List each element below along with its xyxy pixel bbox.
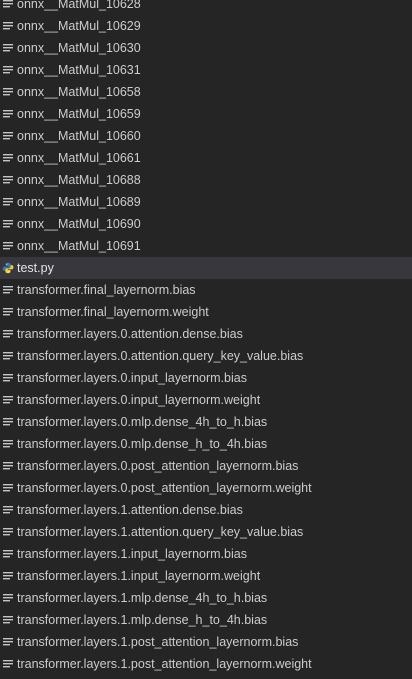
file-name: transformer.layers.0.input_layernorm.bia…: [17, 371, 247, 385]
file-row[interactable]: transformer.layers.1.attention.dense.bia…: [0, 499, 412, 521]
file-name: test.py: [17, 261, 54, 275]
file-row[interactable]: onnx__MatMul_10628: [0, 0, 412, 15]
generic-file-icon: [2, 306, 14, 318]
file-name: onnx__MatMul_10688: [17, 173, 141, 187]
generic-file-icon: [2, 20, 14, 32]
file-row[interactable]: test.py: [0, 257, 412, 279]
file-row[interactable]: transformer.layers.1.post_attention_laye…: [0, 631, 412, 653]
generic-file-icon: [2, 482, 14, 494]
file-name: onnx__MatMul_10628: [17, 0, 141, 11]
file-row[interactable]: onnx__MatMul_10660: [0, 125, 412, 147]
file-name: onnx__MatMul_10630: [17, 41, 141, 55]
file-name: transformer.layers.1.input_layernorm.bia…: [17, 547, 247, 561]
generic-file-icon: [2, 504, 14, 516]
generic-file-icon: [2, 526, 14, 538]
generic-file-icon: [2, 394, 14, 406]
file-row[interactable]: transformer.layers.0.mlp.dense_4h_to_h.b…: [0, 411, 412, 433]
file-explorer: onnx__MatMul_10628 onnx__MatMul_10629onnx…: [0, 0, 412, 679]
file-name: onnx__MatMul_10658: [17, 85, 141, 99]
file-row[interactable]: transformer.layers.0.mlp.dense_h_to_4h.b…: [0, 433, 412, 455]
file-row[interactable]: onnx__MatMul_10630: [0, 37, 412, 59]
file-name: onnx__MatMul_10629: [17, 19, 141, 33]
file-row[interactable]: transformer.layers.0.input_layernorm.wei…: [0, 389, 412, 411]
generic-file-icon: [2, 614, 14, 626]
file-name: transformer.layers.1.post_attention_laye…: [17, 657, 312, 671]
generic-file-icon: [2, 416, 14, 428]
generic-file-icon: [2, 0, 14, 10]
generic-file-icon: [2, 548, 14, 560]
file-row[interactable]: transformer.final_layernorm.weight: [0, 301, 412, 323]
file-name: transformer.layers.0.attention.query_key…: [17, 349, 304, 363]
file-name: transformer.layers.1.post_attention_laye…: [17, 635, 299, 649]
generic-file-icon: [2, 240, 14, 252]
generic-file-icon: [2, 152, 14, 164]
file-row[interactable]: onnx__MatMul_10629: [0, 15, 412, 37]
file-name: onnx__MatMul_10661: [17, 151, 141, 165]
generic-file-icon: [2, 658, 14, 670]
file-row[interactable]: onnx__MatMul_10690: [0, 213, 412, 235]
file-name: onnx__MatMul_10690: [17, 217, 141, 231]
file-row[interactable]: onnx__MatMul_10659: [0, 103, 412, 125]
file-name: transformer.layers.0.mlp.dense_h_to_4h.b…: [17, 437, 268, 451]
file-name: transformer.final_layernorm.bias: [17, 283, 196, 297]
file-list: onnx__MatMul_10628 onnx__MatMul_10629onnx…: [0, 0, 412, 675]
file-row[interactable]: transformer.layers.1.input_layernorm.wei…: [0, 565, 412, 587]
file-row[interactable]: transformer.layers.1.post_attention_laye…: [0, 653, 412, 675]
file-row[interactable]: onnx__MatMul_10689: [0, 191, 412, 213]
file-name: transformer.layers.1.attention.dense.bia…: [17, 503, 243, 517]
file-name: transformer.layers.1.mlp.dense_h_to_4h.b…: [17, 613, 268, 627]
file-name: transformer.layers.0.mlp.dense_4h_to_h.b…: [17, 415, 268, 429]
file-name: transformer.layers.1.mlp.dense_4h_to_h.b…: [17, 591, 268, 605]
generic-file-icon: [2, 328, 14, 340]
generic-file-icon: [2, 460, 14, 472]
file-row[interactable]: transformer.layers.1.attention.query_key…: [0, 521, 412, 543]
file-name: transformer.layers.1.input_layernorm.wei…: [17, 569, 261, 583]
file-row[interactable]: transformer.layers.0.input_layernorm.bia…: [0, 367, 412, 389]
generic-file-icon: [2, 196, 14, 208]
file-name: onnx__MatMul_10660: [17, 129, 141, 143]
generic-file-icon: [2, 350, 14, 362]
generic-file-icon: [2, 284, 14, 296]
file-name: transformer.final_layernorm.weight: [17, 305, 209, 319]
file-row[interactable]: transformer.layers.0.attention.query_key…: [0, 345, 412, 367]
file-row[interactable]: transformer.layers.1.mlp.dense_h_to_4h.b…: [0, 609, 412, 631]
file-name: transformer.layers.0.post_attention_laye…: [17, 481, 312, 495]
generic-file-icon: [2, 570, 14, 582]
file-name: transformer.layers.1.attention.query_key…: [17, 525, 304, 539]
file-row[interactable]: transformer.final_layernorm.bias: [0, 279, 412, 301]
file-row[interactable]: onnx__MatMul_10631: [0, 59, 412, 81]
file-row[interactable]: onnx__MatMul_10661: [0, 147, 412, 169]
generic-file-icon: [2, 130, 14, 142]
generic-file-icon: [2, 86, 14, 98]
generic-file-icon: [2, 108, 14, 120]
file-name: transformer.layers.0.post_attention_laye…: [17, 459, 299, 473]
generic-file-icon: [2, 218, 14, 230]
file-row[interactable]: onnx__MatMul_10688: [0, 169, 412, 191]
file-row[interactable]: transformer.layers.0.post_attention_laye…: [0, 455, 412, 477]
generic-file-icon: [2, 592, 14, 604]
file-name: onnx__MatMul_10689: [17, 195, 141, 209]
file-row[interactable]: transformer.layers.1.input_layernorm.bia…: [0, 543, 412, 565]
file-name: onnx__MatMul_10659: [17, 107, 141, 121]
file-name: transformer.layers.0.attention.dense.bia…: [17, 327, 243, 341]
generic-file-icon: [2, 64, 14, 76]
file-name: transformer.layers.0.input_layernorm.wei…: [17, 393, 261, 407]
file-row[interactable]: onnx__MatMul_10658: [0, 81, 412, 103]
file-row[interactable]: onnx__MatMul_10691: [0, 235, 412, 257]
generic-file-icon: [2, 636, 14, 648]
file-row[interactable]: transformer.layers.1.mlp.dense_4h_to_h.b…: [0, 587, 412, 609]
generic-file-icon: [2, 42, 14, 54]
generic-file-icon: [2, 438, 14, 450]
file-row[interactable]: transformer.layers.0.attention.dense.bia…: [0, 323, 412, 345]
file-name: onnx__MatMul_10631: [17, 63, 141, 77]
generic-file-icon: [2, 174, 14, 186]
file-row[interactable]: transformer.layers.0.post_attention_laye…: [0, 477, 412, 499]
file-name: onnx__MatMul_10691: [17, 239, 141, 253]
python-file-icon: [2, 262, 14, 274]
generic-file-icon: [2, 372, 14, 384]
